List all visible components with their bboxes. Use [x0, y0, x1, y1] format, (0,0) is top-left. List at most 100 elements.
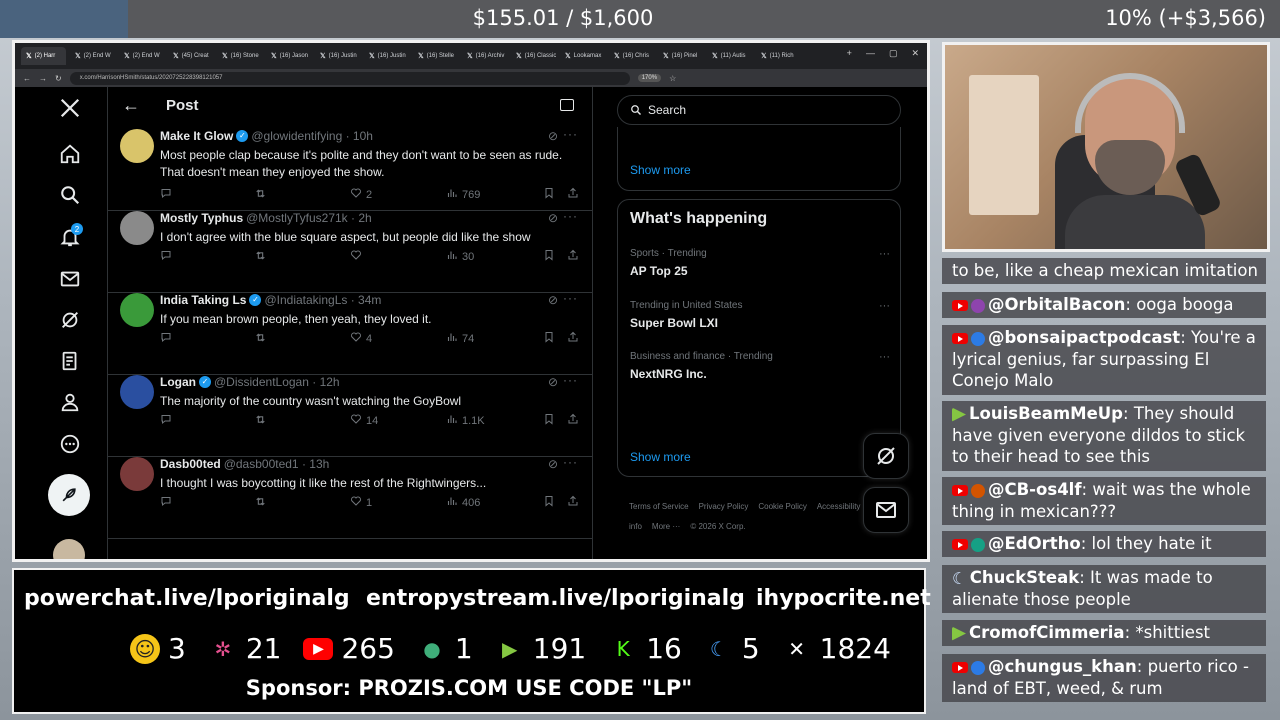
browser-tab[interactable]: 𝕏 (16) Justin: [364, 47, 409, 65]
more-menu-icon[interactable]: ···: [563, 373, 578, 387]
browser-tab[interactable]: 𝕏 (16) Jason: [266, 47, 311, 65]
messages-envelope-icon[interactable]: [55, 264, 85, 294]
repost-button[interactable]: [254, 331, 267, 347]
grok-float-button[interactable]: [863, 433, 909, 479]
bookmark-button[interactable]: [543, 249, 555, 264]
browser-tab[interactable]: 𝕏 (2) End W: [119, 47, 164, 65]
like-button[interactable]: [350, 249, 366, 264]
reply-author-name[interactable]: Mostly Typhus: [160, 211, 243, 225]
home-icon[interactable]: [55, 139, 85, 169]
like-button[interactable]: 14: [350, 413, 378, 428]
views-button[interactable]: 406: [446, 495, 480, 510]
views-button[interactable]: 769: [446, 187, 480, 202]
share-button[interactable]: [567, 187, 579, 202]
reply-post[interactable]: Mostly Typhus @MostlyTyfus271k · 2h ⊘ ··· I …: [108, 209, 592, 293]
reply-author-handle[interactable]: @IndiatakingLs · 34m: [264, 293, 381, 307]
repost-button[interactable]: [254, 187, 267, 203]
repost-button[interactable]: [254, 249, 267, 265]
footer-link[interactable]: More ···: [652, 522, 680, 531]
messages-float-button[interactable]: [863, 487, 909, 533]
x-logo-icon[interactable]: [55, 93, 85, 123]
search-input[interactable]: Search: [617, 95, 901, 125]
explore-search-icon[interactable]: [55, 180, 85, 210]
like-button[interactable]: 2: [350, 187, 372, 202]
more-menu-icon[interactable]: ···: [563, 209, 578, 223]
trend-item[interactable]: Trending in United States Super Bowl LXI ·…: [630, 300, 890, 330]
grok-explain-icon[interactable]: ⊘: [548, 375, 558, 389]
share-button[interactable]: [567, 249, 579, 264]
bookmark-star-icon[interactable]: ☆: [669, 74, 676, 83]
more-menu-icon[interactable]: ···: [563, 127, 578, 141]
browser-tab[interactable]: 𝕏 (11) Rich: [756, 47, 801, 65]
bookmark-button[interactable]: [543, 413, 555, 428]
like-button[interactable]: 1: [350, 495, 372, 510]
like-button[interactable]: 4: [350, 331, 372, 346]
browser-tab[interactable]: 𝕏 (16) Chris: [609, 47, 654, 65]
reply-author-name[interactable]: Logan: [160, 375, 196, 389]
reply-author-name[interactable]: India Taking Ls: [160, 293, 246, 307]
maximize-icon[interactable]: ▢: [889, 48, 898, 59]
reply-button[interactable]: [160, 413, 172, 428]
lists-icon[interactable]: [55, 346, 85, 376]
grok-explain-icon[interactable]: ⊘: [548, 129, 558, 143]
show-more-link[interactable]: Show more: [630, 163, 691, 177]
profile-icon[interactable]: [55, 387, 85, 417]
minimize-icon[interactable]: —: [866, 48, 875, 59]
browser-tab[interactable]: 𝕏 (16) Classic: [511, 47, 556, 65]
forward-nav-icon[interactable]: →: [39, 74, 47, 83]
trend-more-icon[interactable]: ···: [879, 351, 890, 363]
reply-avatar[interactable]: [120, 211, 154, 245]
browser-tab[interactable]: 𝕏 (2) End W: [70, 47, 115, 65]
browser-tab[interactable]: 𝕏 (16) Archiv: [462, 47, 507, 65]
url-field[interactable]: x.com/HarrisonHSmith/status/202072522839…: [69, 71, 630, 85]
trends-show-more-link[interactable]: Show more: [630, 450, 691, 464]
browser-tab[interactable]: 𝕏 (2) Harr: [21, 47, 66, 65]
reply-button[interactable]: [160, 331, 172, 346]
browser-tab[interactable]: 𝕏 (11) Autis: [707, 47, 752, 65]
trend-more-icon[interactable]: ···: [879, 300, 890, 312]
reply-button[interactable]: [160, 249, 172, 264]
repost-button[interactable]: [254, 495, 267, 511]
share-button[interactable]: [567, 413, 579, 428]
share-button[interactable]: [567, 331, 579, 346]
zoom-level[interactable]: 170%: [637, 74, 662, 82]
bookmark-button[interactable]: [543, 495, 555, 510]
share-button[interactable]: [567, 495, 579, 510]
reader-mode-icon[interactable]: [560, 99, 574, 111]
reply-author-handle[interactable]: @dasb00ted1 · 13h: [224, 457, 330, 471]
reply-author-name[interactable]: Dasb00ted: [160, 457, 221, 471]
grok-icon[interactable]: [55, 305, 85, 335]
footer-link[interactable]: Privacy Policy: [699, 502, 749, 511]
reply-post[interactable]: Make It Glow ✓ @glowidentifying · 10h ⊘ ··· M…: [108, 127, 592, 211]
account-avatar[interactable]: [53, 539, 85, 559]
compose-post-button[interactable]: [48, 474, 90, 516]
browser-tab[interactable]: 𝕏 (16) Stelle: [413, 47, 458, 65]
grok-explain-icon[interactable]: ⊘: [548, 293, 558, 307]
reply-avatar[interactable]: [120, 457, 154, 491]
reply-avatar[interactable]: [120, 375, 154, 409]
close-window-icon[interactable]: ✕: [911, 48, 919, 59]
reply-button[interactable]: [160, 187, 172, 202]
new-tab-icon[interactable]: +: [847, 48, 852, 59]
trend-item[interactable]: Business and finance · Trending NextNRG I…: [630, 351, 890, 381]
footer-link[interactable]: Terms of Service: [629, 502, 689, 511]
footer-link[interactable]: Accessibility: [817, 502, 861, 511]
reply-author-name[interactable]: Make It Glow: [160, 129, 233, 143]
reply-author-handle[interactable]: @DissidentLogan · 12h: [214, 375, 340, 389]
grok-explain-icon[interactable]: ⊘: [548, 457, 558, 471]
repost-button[interactable]: [254, 413, 267, 429]
reload-icon[interactable]: ↻: [55, 74, 62, 83]
back-nav-icon[interactable]: ←: [23, 74, 31, 83]
trend-item[interactable]: Sports · Trending AP Top 25 ···: [630, 248, 890, 278]
views-button[interactable]: 30: [446, 249, 474, 264]
footer-link[interactable]: Cookie Policy: [758, 502, 806, 511]
grok-explain-icon[interactable]: ⊘: [548, 211, 558, 225]
reply-author-handle[interactable]: @MostlyTyfus271k · 2h: [246, 211, 372, 225]
browser-tab[interactable]: 𝕏 (16) Justin: [315, 47, 360, 65]
trend-more-icon[interactable]: ···: [879, 248, 890, 260]
bookmark-button[interactable]: [543, 187, 555, 202]
views-button[interactable]: 1.1K: [446, 413, 485, 428]
reply-post[interactable]: Dasb00ted @dasb00ted1 · 13h ⊘ ··· I thought …: [108, 455, 592, 539]
more-options-icon[interactable]: [55, 429, 85, 459]
browser-tab[interactable]: 𝕏 (45) Creat: [168, 47, 213, 65]
